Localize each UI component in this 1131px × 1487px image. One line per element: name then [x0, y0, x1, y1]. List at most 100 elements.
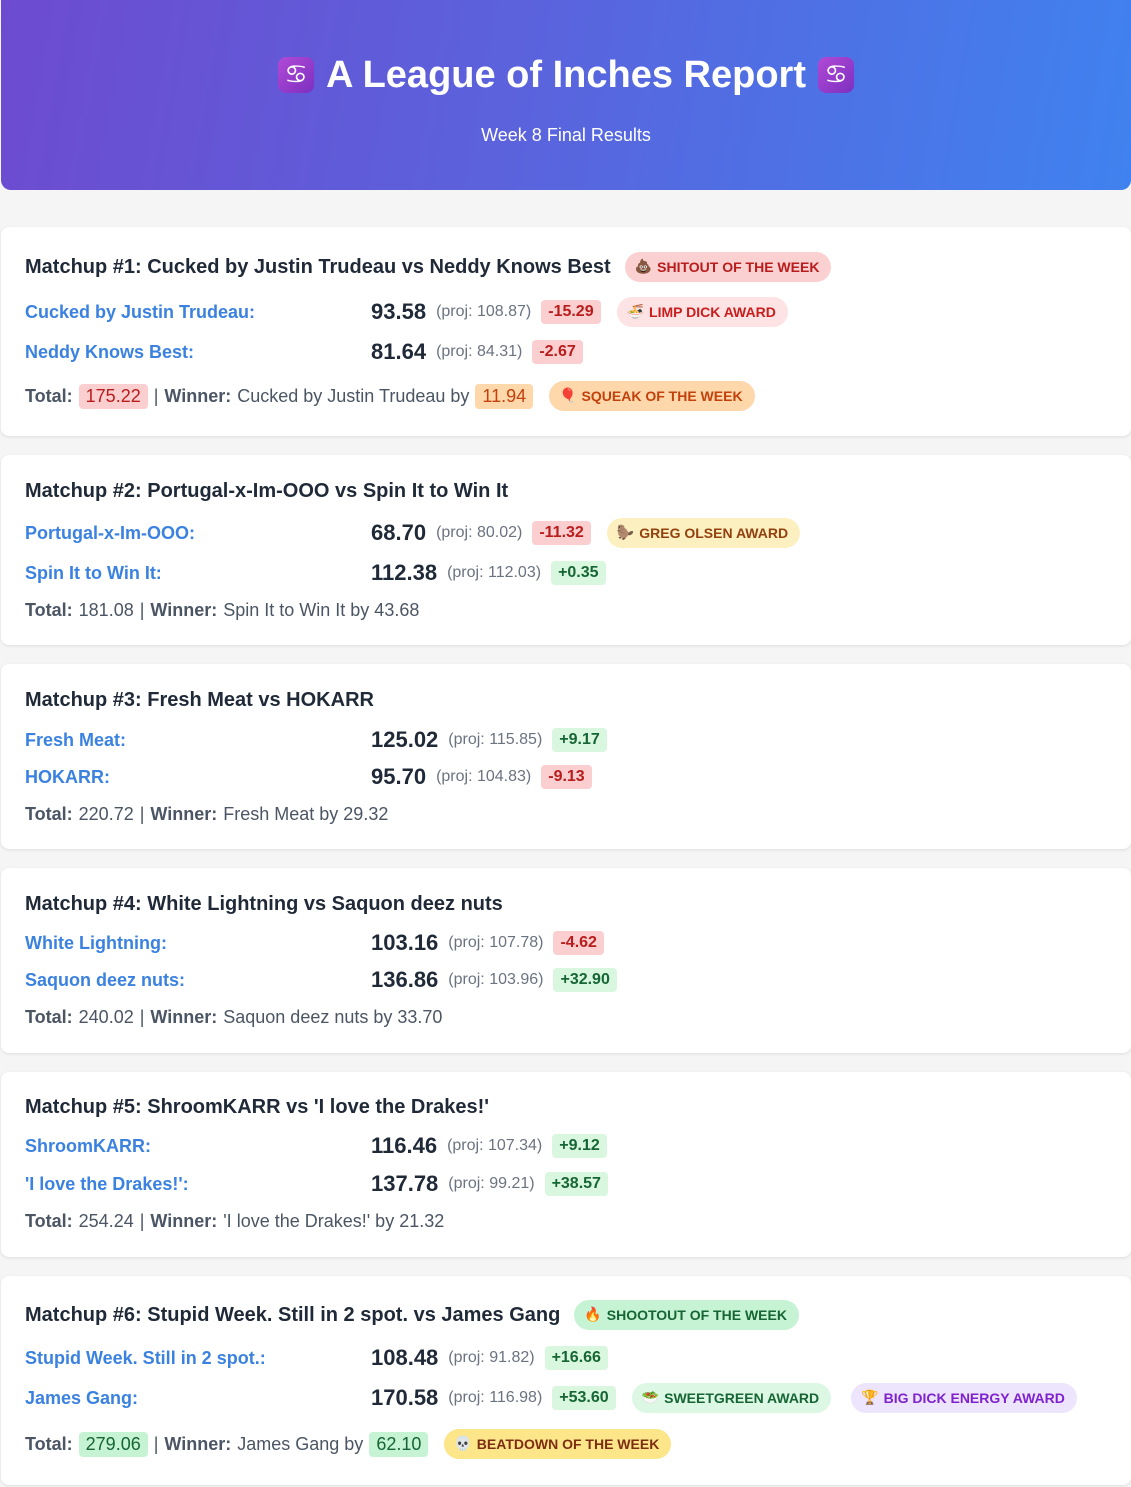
team-score: 137.78: [371, 1171, 439, 1196]
shootout-badge: 🔥 SHOOTOUT OF THE WEEK: [574, 1300, 799, 1330]
team-projection: (proj: 84.31): [436, 343, 523, 360]
sweetgreen-badge: 🥗 SWEETGREEN AWARD: [631, 1383, 832, 1413]
team-name: 'I love the Drakes!':: [25, 1173, 189, 1194]
score-diff: -11.32: [532, 521, 591, 545]
team-name: White Lightning:: [25, 932, 167, 953]
team-row: Fresh Meat: 125.02 (proj: 115.85) +9.17: [25, 723, 1131, 757]
team-projection: (proj: 108.87): [436, 303, 532, 320]
balloon-icon: 🎈: [559, 388, 577, 404]
total-score: 240.02: [78, 1006, 134, 1027]
matchup-card-2: Matchup #2: Portugal-x-Im-OOO vs Spin It…: [1, 455, 1131, 645]
team-name: Spin It to Win It:: [25, 562, 162, 583]
winner-text: Fresh Meat by 29.32: [223, 803, 389, 824]
winner-text: Saquon deez nuts by 33.70: [223, 1006, 443, 1027]
matchup-summary: Total: 240.02 | Winner: Saquon deez nuts…: [25, 1006, 443, 1027]
team-score: 95.70: [371, 764, 427, 789]
noodle-bowl-icon: 🍜: [626, 304, 645, 320]
shitout-badge: 💩 SHITOUT OF THE WEEK: [624, 252, 832, 282]
score-diff: -9.13: [541, 765, 592, 789]
team-row: White Lightning: 103.16 (proj: 107.78) -…: [25, 926, 1131, 960]
total-score: 254.24: [78, 1210, 134, 1231]
poop-icon: 💩: [634, 259, 653, 275]
team-row: Stupid Week. Still in 2 spot.: 108.48 (p…: [25, 1341, 1131, 1375]
matchup-card-3: Matchup #3: Fresh Meat vs HOKARR Fresh M…: [1, 664, 1131, 849]
winner-text: Spin It to Win It by 43.68: [223, 599, 420, 620]
team-score: 136.86: [371, 967, 439, 992]
team-name: Stupid Week. Still in 2 spot.:: [25, 1347, 266, 1368]
team-row: James Gang: 170.58 (proj: 116.98) +53.60…: [25, 1381, 1131, 1415]
team-name: Portugal-x-Im-OOO:: [25, 522, 195, 543]
team-row: HOKARR: 95.70 (proj: 104.83) -9.13: [25, 760, 1131, 794]
team-score: 125.02: [371, 727, 439, 752]
page-subtitle: Week 8 Final Results: [481, 125, 651, 145]
score-diff: +9.17: [552, 728, 607, 752]
team-projection: (proj: 112.03): [447, 564, 542, 581]
cancer-zodiac-icon: ♋: [818, 57, 854, 93]
team-projection: (proj: 80.02): [436, 524, 523, 541]
team-projection: (proj: 107.34): [447, 1137, 543, 1154]
team-projection: (proj: 103.96): [448, 971, 544, 988]
matchup-summary: Total: 254.24 | Winner: 'I love the Drak…: [25, 1210, 445, 1231]
team-name: Neddy Knows Best:: [25, 341, 195, 362]
team-name: Saquon deez nuts:: [25, 969, 186, 990]
team-row: ShroomKARR: 116.46 (proj: 107.34) +9.12: [25, 1129, 1131, 1163]
matchup-summary: Total: 279.06 | Winner: James Gang by 62…: [25, 1427, 1131, 1461]
squeak-badge: 🎈 SQUEAK OF THE WEEK: [549, 381, 755, 411]
team-name: Cucked by Justin Trudeau:: [25, 301, 256, 322]
team-projection: (proj: 104.83): [436, 768, 532, 785]
team-score: 93.58: [371, 299, 427, 324]
report-header: ♋ A League of Inches Report ♋ Week 8 Fin…: [1, 0, 1131, 190]
team-name: ShroomKARR:: [25, 1135, 151, 1156]
team-score: 68.70: [371, 520, 427, 545]
team-score: 108.48: [371, 1345, 439, 1370]
matchup-card-1: Matchup #1: Cucked by Justin Trudeau vs …: [1, 227, 1131, 436]
team-row: Portugal-x-Im-OOO: 68.70 (proj: 80.02) -…: [25, 516, 1131, 550]
total-score: 175.22: [78, 383, 148, 409]
score-diff: +16.66: [544, 1346, 608, 1370]
team-projection: (proj: 91.82): [448, 1349, 535, 1366]
win-margin: 62.10: [369, 1431, 429, 1457]
team-projection: (proj: 99.21): [448, 1175, 535, 1192]
winner-text: Cucked by Justin Trudeau by: [237, 385, 470, 406]
greg-olsen-badge: 🦫 GREG OLSEN AWARD: [606, 518, 801, 548]
win-margin: 11.94: [475, 383, 534, 409]
skull-icon: 💀: [454, 1436, 472, 1452]
team-row: Spin It to Win It: 112.38 (proj: 112.03)…: [25, 556, 1131, 590]
fire-icon: 🔥: [584, 1307, 602, 1323]
matchup-card-5: Matchup #5: ShroomKARR vs 'I love the Dr…: [1, 1072, 1131, 1257]
total-score: 220.72: [78, 803, 134, 824]
winner-text: 'I love the Drakes!' by 21.32: [223, 1210, 445, 1231]
team-score: 170.58: [371, 1385, 439, 1410]
score-diff: +9.12: [552, 1134, 607, 1158]
limp-dick-badge: 🍜 LIMP DICK AWARD: [616, 297, 788, 327]
team-score: 103.16: [371, 930, 439, 955]
matchup-title: Matchup #4: White Lightning vs Saquon de…: [25, 892, 503, 915]
team-row: Saquon deez nuts: 136.86 (proj: 103.96) …: [25, 963, 1131, 997]
team-score: 112.38: [371, 560, 438, 585]
matchup-title: Matchup #5: ShroomKARR vs 'I love the Dr…: [25, 1095, 490, 1118]
team-row: Neddy Knows Best: 81.64 (proj: 84.31) -2…: [25, 335, 1131, 369]
score-diff: +38.57: [544, 1172, 608, 1196]
score-diff: +32.90: [553, 968, 617, 992]
page-title: ♋ A League of Inches Report ♋: [1, 52, 1131, 98]
score-diff: -4.62: [553, 931, 604, 955]
matchup-title: Matchup #2: Portugal-x-Im-OOO vs Spin It…: [25, 479, 509, 502]
team-projection: (proj: 115.85): [448, 731, 543, 748]
team-name: HOKARR:: [25, 766, 110, 787]
winner-text: James Gang by: [237, 1433, 364, 1454]
matchup-summary: Total: 175.22 | Winner: Cucked by Justin…: [25, 379, 1131, 413]
score-diff: -15.29: [541, 300, 601, 324]
team-projection: (proj: 116.98): [448, 1389, 543, 1406]
total-score: 181.08: [78, 599, 134, 620]
page-title-text: A League of Inches Report: [326, 54, 806, 96]
salad-icon: 🥗: [641, 1390, 660, 1406]
team-score: 116.46: [371, 1133, 438, 1158]
score-diff: +53.60: [552, 1386, 616, 1410]
matchup-summary: Total: 220.72 | Winner: Fresh Meat by 29…: [25, 803, 389, 824]
team-name: Fresh Meat:: [25, 729, 127, 750]
team-row: Cucked by Justin Trudeau: 93.58 (proj: 1…: [25, 295, 1131, 329]
team-projection: (proj: 107.78): [448, 934, 544, 951]
team-score: 81.64: [371, 339, 427, 364]
matchup-title: Matchup #3: Fresh Meat vs HOKARR: [25, 688, 374, 711]
beatdown-badge: 💀 BEATDOWN OF THE WEEK: [444, 1429, 672, 1459]
